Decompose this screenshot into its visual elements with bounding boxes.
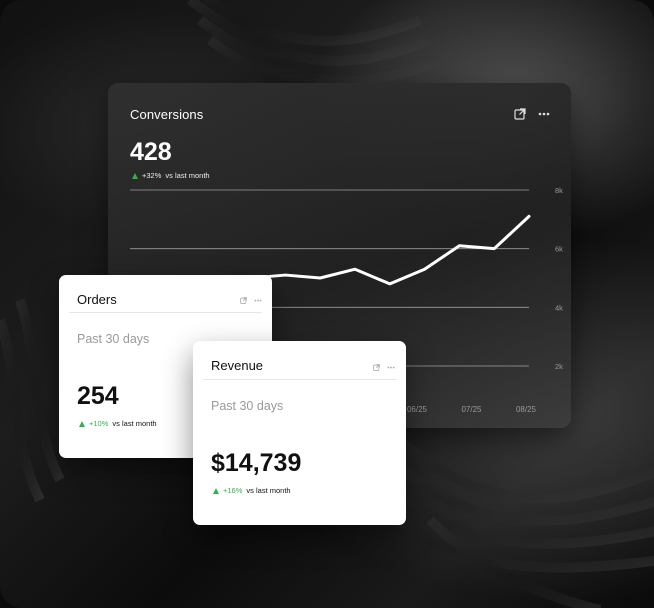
trend-up-icon [79, 420, 85, 427]
external-link-icon[interactable] [373, 364, 380, 371]
more-icon[interactable] [387, 366, 395, 369]
revenue-card: Revenue Past 30 days $14,739 +16% vs las… [193, 341, 406, 525]
conversions-change-text: vs last month [165, 171, 210, 180]
revenue-value: $14,739 [211, 449, 302, 477]
y-tick-label: 4k [555, 303, 563, 312]
y-tick-label: 8k [555, 186, 563, 195]
dashboard-stage: 2k 4k 6k 8k 06/25 07/25 08/25 Conversions 428 … [0, 0, 654, 608]
trend-up-icon [132, 172, 138, 179]
orders-change-pct: +10% [89, 419, 109, 428]
external-link-icon[interactable] [240, 297, 247, 304]
y-tick-label: 2k [555, 362, 563, 371]
revenue-change-text: vs last month [246, 486, 291, 495]
x-tick-label: 08/25 [516, 405, 537, 414]
orders-period: Past 30 days [77, 332, 150, 346]
conversions-value: 428 [130, 138, 172, 166]
revenue-period: Past 30 days [211, 399, 284, 413]
orders-value: 254 [77, 382, 119, 410]
orders-title: Orders [77, 292, 117, 307]
revenue-title: Revenue [211, 358, 264, 373]
conversions-change: +32% vs last month [132, 171, 210, 180]
x-tick-label: 06/25 [407, 405, 428, 414]
more-icon[interactable] [254, 299, 262, 302]
conversions-title: Conversions [130, 107, 204, 122]
revenue-change: +16% vs last month [213, 486, 291, 495]
orders-change: +10% vs last month [79, 419, 157, 428]
trend-up-icon [213, 487, 219, 494]
more-icon[interactable] [536, 106, 552, 122]
external-link-icon[interactable] [512, 106, 528, 122]
x-tick-label: 07/25 [461, 405, 482, 414]
divider [203, 379, 396, 380]
conversions-change-pct: +32% [142, 171, 162, 180]
divider [69, 312, 262, 313]
revenue-change-pct: +16% [223, 486, 243, 495]
orders-change-text: vs last month [112, 419, 157, 428]
y-tick-label: 6k [555, 245, 563, 254]
